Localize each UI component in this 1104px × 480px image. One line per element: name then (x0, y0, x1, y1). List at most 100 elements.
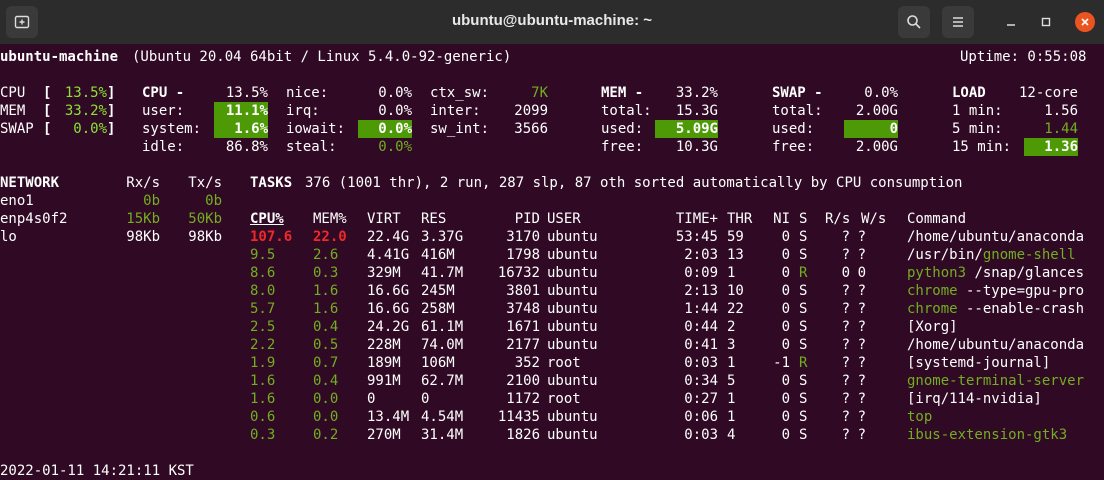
process-command-name: gnome-terminal-server (907, 373, 1085, 389)
process-read-rate: ? (841, 301, 850, 317)
load-1min-value: 1.56 (1044, 103, 1078, 119)
process-time: 0:03 (684, 355, 718, 371)
process-read-rate: ? (841, 229, 850, 245)
mem-free-label: free: (601, 139, 644, 155)
hostname: ubuntu-machine (0, 49, 119, 65)
column-header-mem[interactable]: MEM% (313, 210, 347, 228)
column-header-cpu[interactable]: CPU% (250, 210, 284, 228)
column-header-virt[interactable]: VIRT (367, 210, 401, 228)
process-cpu-percent: 2.5 (250, 319, 276, 335)
terminal-output[interactable]: ubuntu-machine (Ubuntu 20.04 64bit / Lin… (0, 44, 1104, 480)
process-user: root (547, 391, 581, 407)
network-interface-rx: 98Kb (126, 229, 160, 245)
process-nice: 0 (781, 427, 790, 443)
process-virt: 22.4G (367, 229, 410, 245)
process-virt: 189M (367, 355, 401, 371)
mem-title: MEM - (601, 85, 644, 101)
process-read-rate: ? (841, 391, 850, 407)
network-interface-tx: 50Kb (188, 211, 222, 227)
process-res: 245M (421, 283, 455, 299)
process-time: 1:44 (684, 301, 718, 317)
swap-percent: 0.0% (864, 85, 898, 101)
process-command: ibus-extension-gtk3 (907, 426, 1104, 444)
process-write-rate: ? (857, 373, 866, 389)
process-res: 62.7M (421, 373, 464, 389)
network-interface-name: enp4s0f2 (0, 211, 68, 227)
cpu-total: 13.5% (225, 85, 268, 101)
column-header-ni[interactable]: NI (770, 210, 790, 228)
column-header-pid[interactable]: PID (496, 210, 540, 228)
column-header-status[interactable]: S (799, 210, 807, 228)
process-write-rate: ? (857, 355, 866, 371)
column-header-user[interactable]: USER (547, 210, 581, 228)
swap-free-label: free: (772, 139, 815, 155)
process-mem-percent: 0.4 (313, 373, 339, 389)
inter-value: 2099 (514, 103, 548, 119)
column-header-res[interactable]: RES (421, 210, 446, 228)
process-command: [irq/114-nvidia] (907, 390, 1104, 408)
process-nice: 0 (781, 283, 790, 299)
process-res: 106M (421, 355, 455, 371)
process-threads: 1 (727, 355, 736, 371)
process-read-rate: ? (841, 247, 850, 263)
quicklook-mem-close-bracket: ] (107, 103, 116, 119)
process-command-name: chrome (907, 283, 958, 299)
close-button[interactable] (1075, 12, 1095, 32)
load-15min-label: 15 min: (952, 139, 1012, 155)
process-write-rate: ? (857, 427, 866, 443)
process-pid: 352 (514, 355, 540, 371)
process-command: chrome --type=gpu-pro (907, 282, 1104, 300)
process-command-name: top (907, 409, 933, 425)
title-bar: ubuntu@ubuntu-machine: ~ (0, 0, 1104, 44)
process-res: 61.1M (421, 319, 464, 335)
process-write-rate: ? (857, 409, 866, 425)
cpu-steal-label: steal: (286, 139, 337, 155)
column-header-thr[interactable]: THR (727, 210, 752, 228)
search-button[interactable] (898, 6, 930, 38)
process-command-path: [Xorg] (907, 319, 958, 335)
column-header-write-rate[interactable]: W/s (861, 210, 886, 228)
minimize-icon (1007, 24, 1015, 26)
process-time: 0:27 (684, 391, 718, 407)
process-command: /usr/bin/gnome-shell (907, 246, 1104, 264)
quicklook-cpu-open-bracket: [ (43, 85, 52, 101)
maximize-button[interactable] (1036, 12, 1056, 32)
process-command: top (907, 408, 1104, 426)
column-header-read-rate[interactable]: R/s (825, 210, 850, 228)
process-nice: 0 (781, 265, 790, 281)
column-header-command[interactable]: Command (907, 210, 966, 228)
quicklook-swap-label: SWAP (0, 121, 34, 137)
process-status: S (799, 283, 808, 299)
column-header-time[interactable]: TIME+ (660, 210, 718, 228)
process-threads: 22 (727, 301, 744, 317)
process-virt: 16.6G (367, 283, 410, 299)
cpu-system-label: system: (142, 121, 202, 137)
process-virt: 13.4M (367, 409, 410, 425)
process-pid: 1826 (506, 427, 540, 443)
process-cpu-percent: 107.6 (250, 229, 293, 245)
process-virt: 4.41G (367, 247, 410, 263)
process-write-rate: ? (857, 229, 866, 245)
cpu-idle-label: idle: (142, 139, 185, 155)
mem-percent: 33.2% (675, 85, 718, 101)
minimize-button[interactable] (1001, 12, 1021, 32)
mem-total-label: total: (601, 103, 652, 119)
process-read-rate: 0 (841, 265, 850, 281)
process-mem-percent: 0.0 (313, 391, 339, 407)
process-read-rate: ? (841, 337, 850, 353)
process-command-name: gnome-shell (982, 247, 1076, 263)
cpu-user-value: 11.1% (214, 102, 268, 120)
process-write-rate: ? (857, 337, 866, 353)
process-command: [Xorg] (907, 318, 1104, 336)
process-status: S (799, 247, 808, 263)
process-user: ubuntu (547, 229, 598, 245)
menu-button[interactable] (942, 6, 974, 38)
process-pid: 1671 (506, 319, 540, 335)
process-res: 31.4M (421, 427, 464, 443)
quicklook-swap-value: 0.0% (73, 121, 107, 137)
sw-int-label: sw_int: (430, 121, 490, 137)
process-command-path: /home/ubuntu/anaconda (907, 337, 1085, 353)
network-title: NETWORK (0, 175, 60, 191)
process-pid: 2100 (506, 373, 540, 389)
process-status: S (799, 319, 808, 335)
